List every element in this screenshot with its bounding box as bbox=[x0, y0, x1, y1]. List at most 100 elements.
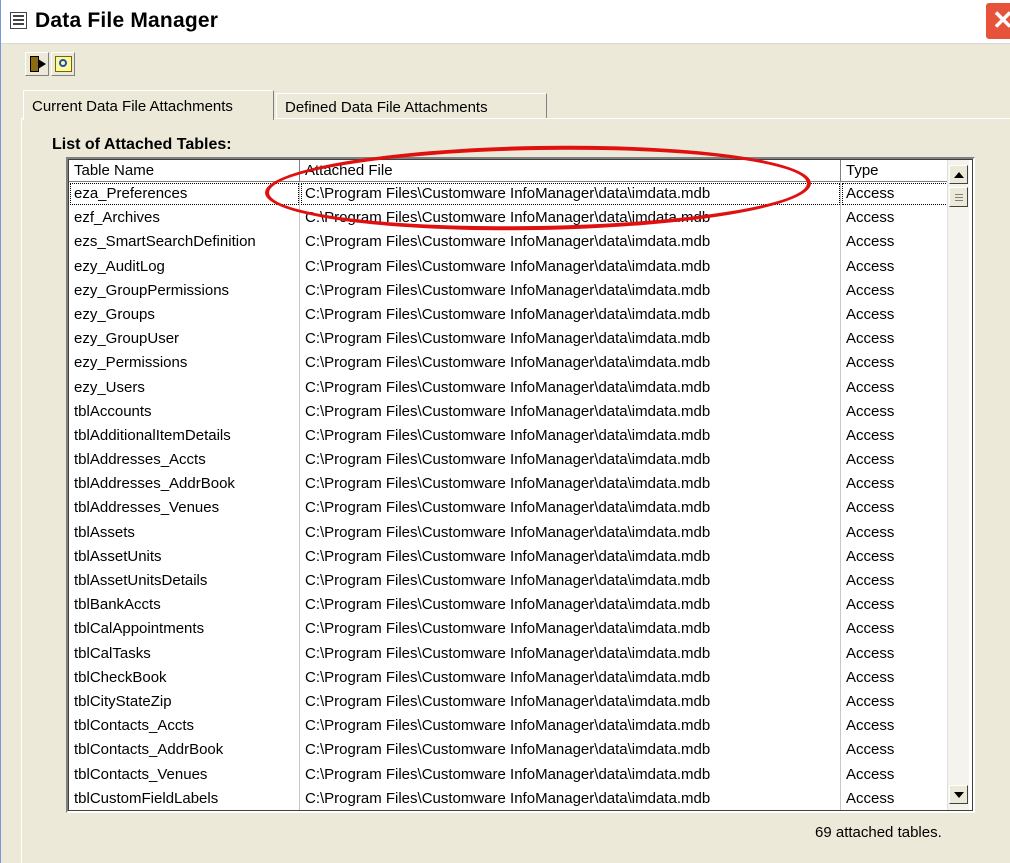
table-row[interactable]: tblAddresses_Venues C:\Program Files\Cust… bbox=[69, 496, 949, 521]
attached-file-cell: C:\Program Files\Customware InfoManager\… bbox=[300, 520, 841, 545]
table-row[interactable]: tblContacts_Venues C:\Program Files\Custo… bbox=[69, 762, 949, 787]
type-cell: Access bbox=[841, 472, 949, 497]
vertical-scrollbar[interactable] bbox=[947, 160, 969, 810]
type-cell: Access bbox=[841, 617, 949, 642]
attached-file-cell: C:\Program Files\Customware InfoManager\… bbox=[300, 423, 841, 449]
table-row[interactable]: tblCalAppointments C:\Program Files\Custo… bbox=[69, 617, 949, 642]
table-name-cell: ezy_Groups bbox=[69, 302, 300, 328]
table-row[interactable]: ezs_SmartSearchDefinition C:\Program File… bbox=[69, 230, 949, 255]
table-row[interactable]: tblAddresses_Accts C:\Program Files\Custo… bbox=[69, 448, 949, 473]
attached-file-cell: C:\Program Files\Customware InfoManager\… bbox=[300, 569, 841, 594]
table-row[interactable]: ezy_AuditLog C:\Program Files\Customware … bbox=[69, 254, 949, 279]
table-name-cell: ezs_SmartSearchDefinition bbox=[69, 230, 300, 255]
table-row[interactable]: tblCalTasks C:\Program Files\Customware I… bbox=[69, 641, 949, 666]
table-row[interactable]: tblAssetUnits C:\Program Files\Customware… bbox=[69, 544, 949, 569]
attached-file-cell: C:\Program Files\Customware InfoManager\… bbox=[300, 544, 841, 569]
find-button[interactable] bbox=[51, 52, 75, 76]
attached-file-cell: C:\Program Files\Customware InfoManager\… bbox=[300, 738, 841, 763]
attached-file-cell: C:\Program Files\Customware InfoManager\… bbox=[300, 448, 841, 473]
type-cell: Access bbox=[841, 544, 949, 569]
type-cell: Access bbox=[841, 182, 949, 207]
attached-file-cell: C:\Program Files\Customware InfoManager\… bbox=[300, 617, 841, 642]
table-row[interactable]: ezy_Groups C:\Program Files\Customware In… bbox=[69, 302, 949, 328]
attached-file-cell: C:\Program Files\Customware InfoManager\… bbox=[300, 327, 841, 352]
table-row[interactable]: tblContacts_AddrBook C:\Program Files\Cus… bbox=[69, 738, 949, 763]
list-rows: eza_Preferences C:\Program Files\Customwa… bbox=[69, 182, 949, 810]
type-cell: Access bbox=[841, 665, 949, 690]
table-row[interactable]: ezy_Users C:\Program Files\Customware Inf… bbox=[69, 375, 949, 400]
type-cell: Access bbox=[841, 375, 949, 400]
table-row[interactable]: ezy_GroupPermissions C:\Program Files\Cus… bbox=[69, 278, 949, 303]
toolbar bbox=[25, 52, 75, 80]
table-row[interactable]: ezy_Permissions C:\Program Files\Customwa… bbox=[69, 351, 949, 376]
grip-icon bbox=[955, 194, 963, 195]
tab-defined-attachments[interactable]: Defined Data File Attachments bbox=[276, 93, 547, 119]
attached-file-cell: C:\Program Files\Customware InfoManager\… bbox=[300, 254, 841, 279]
table-name-cell: tblContacts_AddrBook bbox=[69, 738, 300, 763]
type-cell: Access bbox=[841, 302, 949, 328]
table-name-cell: tblCalAppointments bbox=[69, 617, 300, 642]
type-cell: Access bbox=[841, 423, 949, 449]
type-cell: Access bbox=[841, 641, 949, 666]
table-row[interactable]: ezf_Archives C:\Program Files\Customware … bbox=[69, 206, 949, 231]
tab-current-attachments[interactable]: Current Data File Attachments bbox=[23, 90, 274, 120]
column-header-type[interactable]: Type bbox=[841, 160, 949, 182]
list-label: List of Attached Tables: bbox=[52, 136, 232, 153]
table-name-cell: eza_Preferences bbox=[69, 182, 300, 207]
window-title: Data File Manager bbox=[35, 9, 219, 32]
table-row[interactable]: ezy_GroupUser C:\Program Files\Customware… bbox=[69, 327, 949, 352]
attached-tables-list[interactable]: Table Name Attached File Type eza_Prefer… bbox=[66, 157, 975, 813]
type-cell: Access bbox=[841, 448, 949, 473]
table-name-cell: tblAccounts bbox=[69, 399, 300, 424]
table-row[interactable]: tblCheckBook C:\Program Files\Customware … bbox=[69, 665, 949, 690]
table-name-cell: ezy_GroupPermissions bbox=[69, 278, 300, 303]
magnifier-icon bbox=[59, 59, 67, 67]
table-name-cell: tblCustomFieldLabels bbox=[69, 786, 300, 810]
title-bar[interactable]: Data File Manager ✕ bbox=[1, 0, 1010, 44]
attached-file-cell: C:\Program Files\Customware InfoManager\… bbox=[300, 230, 841, 255]
table-name-cell: tblAddresses_AddrBook bbox=[69, 472, 300, 497]
table-name-cell: tblCheckBook bbox=[69, 665, 300, 690]
type-cell: Access bbox=[841, 230, 949, 255]
table-row[interactable]: tblContacts_Accts C:\Program Files\Custom… bbox=[69, 714, 949, 739]
table-name-cell: tblAssets bbox=[69, 520, 300, 545]
scroll-thumb[interactable] bbox=[949, 187, 968, 207]
table-name-cell: ezy_Users bbox=[69, 375, 300, 400]
table-row[interactable]: tblAssetUnitsDetails C:\Program Files\Cus… bbox=[69, 569, 949, 594]
table-row[interactable]: tblCustomFieldLabels C:\Program Files\Cus… bbox=[69, 786, 949, 810]
attached-file-cell: C:\Program Files\Customware InfoManager\… bbox=[300, 786, 841, 810]
type-cell: Access bbox=[841, 786, 949, 810]
type-cell: Access bbox=[841, 206, 949, 231]
table-name-cell: tblAssetUnits bbox=[69, 544, 300, 569]
scroll-down-button[interactable] bbox=[949, 785, 968, 804]
column-header-attached-file[interactable]: Attached File bbox=[300, 160, 841, 182]
close-button[interactable]: ✕ bbox=[985, 2, 1010, 40]
table-row[interactable]: tblCityStateZip C:\Program Files\Customwa… bbox=[69, 689, 949, 715]
table-row[interactable]: eza_Preferences C:\Program Files\Customwa… bbox=[69, 182, 949, 207]
table-name-cell: ezy_Permissions bbox=[69, 351, 300, 376]
type-cell: Access bbox=[841, 689, 949, 715]
table-row[interactable]: tblAddresses_AddrBook C:\Program Files\Cu… bbox=[69, 472, 949, 497]
attached-file-cell: C:\Program Files\Customware InfoManager\… bbox=[300, 714, 841, 739]
attached-file-cell: C:\Program Files\Customware InfoManager\… bbox=[300, 375, 841, 400]
close-icon: ✕ bbox=[992, 5, 1010, 35]
exit-button[interactable] bbox=[25, 52, 49, 76]
data-file-manager-window: Data File Manager ✕ Current Data File At… bbox=[0, 0, 1010, 863]
attached-file-cell: C:\Program Files\Customware InfoManager\… bbox=[300, 762, 841, 787]
table-row[interactable]: tblAdditionalItemDetails C:\Program Files… bbox=[69, 423, 949, 449]
type-cell: Access bbox=[841, 593, 949, 618]
attached-file-cell: C:\Program Files\Customware InfoManager\… bbox=[300, 399, 841, 424]
type-cell: Access bbox=[841, 738, 949, 763]
type-cell: Access bbox=[841, 254, 949, 279]
table-row[interactable]: tblAccounts C:\Program Files\Customware I… bbox=[69, 399, 949, 424]
table-name-cell: tblBankAccts bbox=[69, 593, 300, 618]
table-name-cell: ezy_AuditLog bbox=[69, 254, 300, 279]
table-row[interactable]: tblBankAccts C:\Program Files\Customware … bbox=[69, 593, 949, 618]
table-row[interactable]: tblAssets C:\Program Files\Customware Inf… bbox=[69, 520, 949, 545]
table-name-cell: tblAdditionalItemDetails bbox=[69, 423, 300, 449]
table-name-cell: ezy_GroupUser bbox=[69, 327, 300, 352]
attached-file-cell: C:\Program Files\Customware InfoManager\… bbox=[300, 689, 841, 715]
list-header: Table Name Attached File Type bbox=[69, 160, 949, 182]
scroll-up-button[interactable] bbox=[949, 165, 968, 184]
column-header-table-name[interactable]: Table Name bbox=[69, 160, 300, 182]
